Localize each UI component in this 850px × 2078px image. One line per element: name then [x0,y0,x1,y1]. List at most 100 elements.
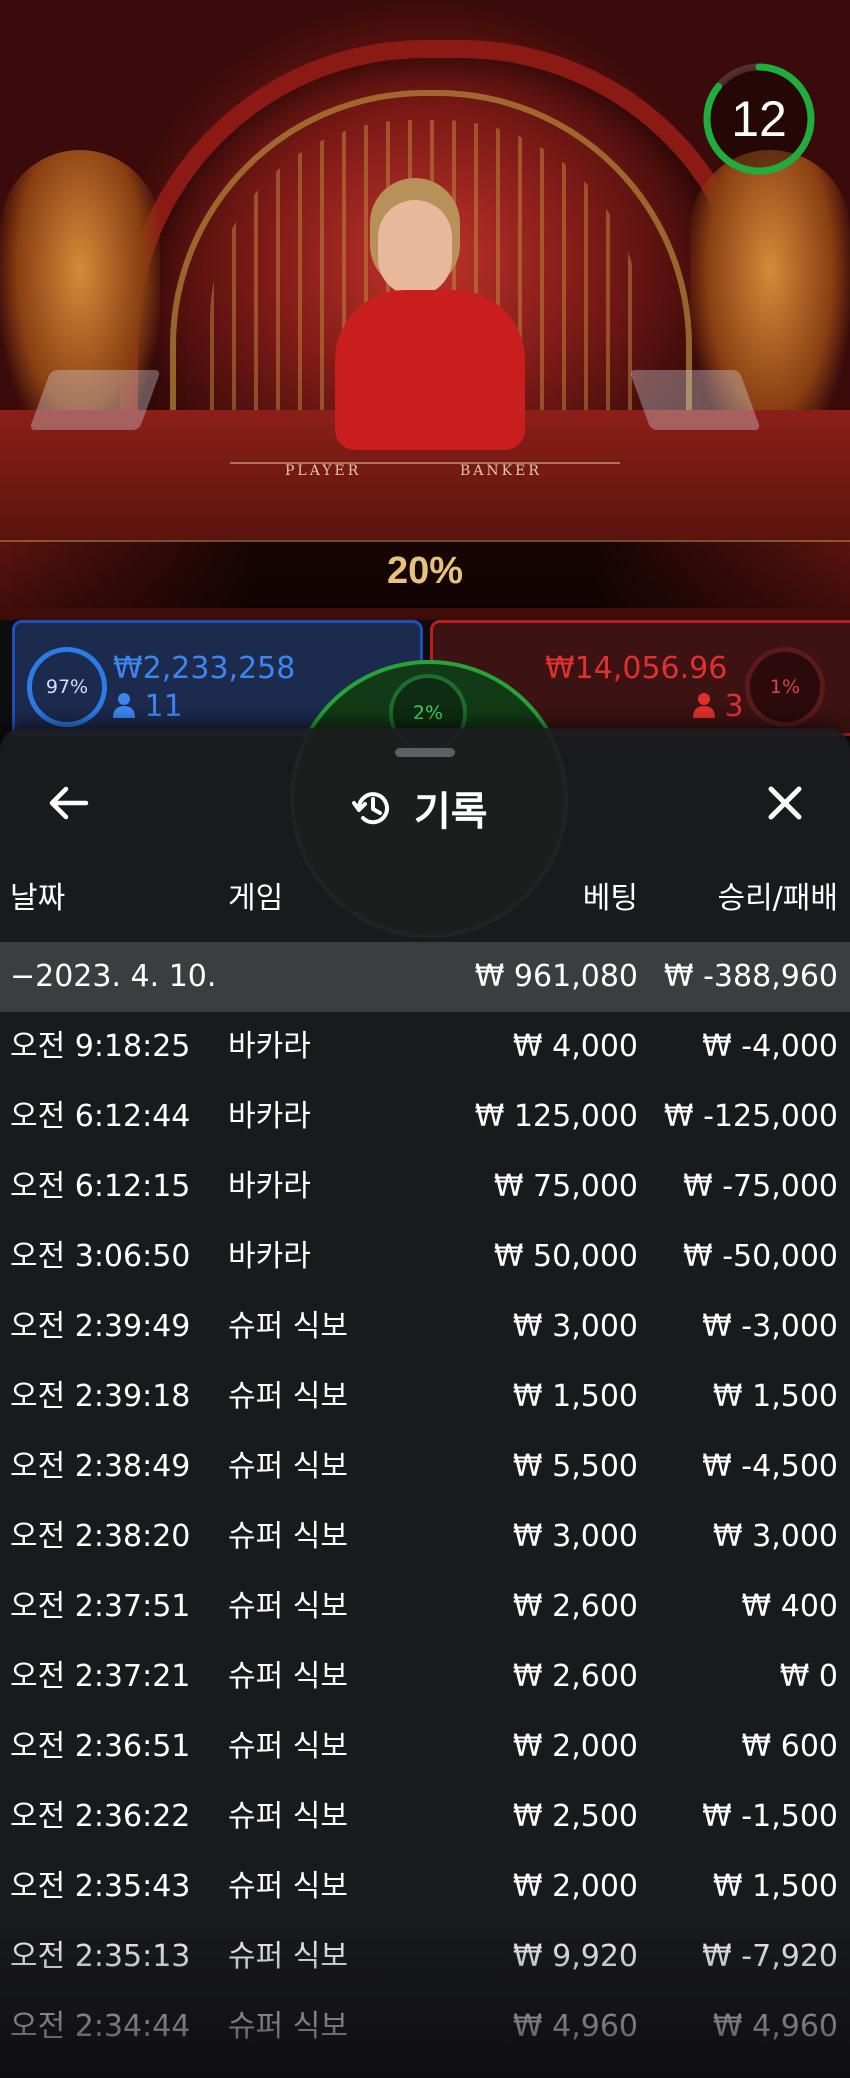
close-icon [768,786,802,820]
row-win-loss: ₩ 400 [741,1589,838,1624]
row-time: 오전 2:36:51 [10,1729,191,1764]
group-date: −2023. 4. 10. [10,959,217,994]
row-bet: ₩ 2,000 [512,1869,638,1904]
banker-percent: 1% [745,647,825,727]
row-game: 슈퍼 식보 [228,1449,348,1484]
row-win-loss: ₩ 1,500 [712,1379,838,1414]
row-game: 슈퍼 식보 [228,1519,348,1554]
row-time: 오전 6:12:15 [10,1169,191,1204]
banker-total-amount: ₩14,056.96 [545,651,728,686]
history-sheet: 기록 날짜 게임 베팅 승리/패배 −2023. 4. 10. ₩ 961,08… [0,728,850,2078]
row-time: 오전 2:34:44 [10,2009,191,2044]
banker-bettor-count: 3 [693,689,744,724]
history-row[interactable]: 오전 9:18:25 바카라 ₩ 4,000 ₩ -4,000 [0,1012,850,1082]
banker-bettor-count-value: 3 [724,689,744,724]
row-win-loss: ₩ 3,000 [712,1519,838,1554]
row-win-loss: ₩ 0 [779,1659,838,1694]
row-bet: ₩ 2,600 [512,1589,638,1624]
row-bet: ₩ 9,920 [512,1939,638,1974]
timer-seconds: 12 [731,91,787,147]
row-time: 오전 3:06:50 [10,1239,191,1274]
date-group-row[interactable]: −2023. 4. 10. ₩ 961,080 ₩ -388,960 [0,942,850,1012]
countdown-timer: 12 [700,60,818,178]
row-time: 오전 2:36:22 [10,1799,191,1834]
dealer-head [378,200,452,296]
row-game: 슈퍼 식보 [228,1589,348,1624]
card-shoe-right [629,370,761,430]
column-header-bet: 베팅 [582,881,638,916]
history-row[interactable]: 오전 2:34:44 슈퍼 식보 ₩ 4,960 ₩ 4,960 [0,1992,850,2062]
row-time: 오전 2:35:13 [10,1939,191,1974]
history-row[interactable]: 오전 6:12:15 바카라 ₩ 75,000 ₩ -75,000 [0,1152,850,1222]
row-time: 오전 2:38:20 [10,1519,191,1554]
arrow-left-icon [49,786,89,820]
row-win-loss: ₩ 4,960 [712,2009,838,2044]
close-button[interactable] [755,773,815,833]
row-win-loss: ₩ -50,000 [683,1239,838,1274]
history-row[interactable]: 오전 2:38:49 슈퍼 식보 ₩ 5,500 ₩ -4,500 [0,1432,850,1502]
row-bet: ₩ 2,000 [512,1729,638,1764]
table-label-banker: BANKER [460,463,542,479]
row-time: 오전 2:38:49 [10,1449,191,1484]
row-win-loss: ₩ -125,000 [663,1099,838,1134]
history-row[interactable]: 오전 2:35:43 슈퍼 식보 ₩ 2,000 ₩ 1,500 [0,1852,850,1922]
row-game: 바카라 [228,1029,311,1064]
payout-percent: 20% [386,550,464,592]
back-button[interactable] [40,773,100,833]
row-game: 슈퍼 식보 [228,2009,348,2044]
sheet-header: 기록 [350,778,488,838]
row-game: 슈퍼 식보 [228,1379,348,1414]
card-shoe-left [29,370,161,430]
row-time: 오전 2:39:49 [10,1309,191,1344]
history-row[interactable]: 오전 2:37:51 슈퍼 식보 ₩ 2,600 ₩ 400 [0,1572,850,1642]
history-row[interactable]: 오전 6:12:44 바카라 ₩ 125,000 ₩ -125,000 [0,1082,850,1152]
row-game: 슈퍼 식보 [228,1869,348,1904]
column-header-win-loss: 승리/패배 [717,881,838,916]
group-win-loss-total: ₩ -388,960 [663,959,838,994]
row-game: 슈퍼 식보 [228,1659,348,1694]
row-game: 바카라 [228,1239,311,1274]
row-time: 오전 2:37:51 [10,1589,191,1624]
row-win-loss: ₩ -4,500 [702,1449,838,1484]
history-row[interactable]: 오전 2:36:51 슈퍼 식보 ₩ 2,000 ₩ 600 [0,1712,850,1782]
row-bet: ₩ 2,500 [512,1799,638,1834]
row-win-loss: ₩ -75,000 [683,1169,838,1204]
history-table-header: 날짜 게임 베팅 승리/패배 [0,873,850,923]
history-rows: 오전 9:18:25 바카라 ₩ 4,000 ₩ -4,000 오전 6:12:44 바카… [0,1012,850,2062]
payout-banner: 20% [0,540,850,608]
player-bettor-count: 11 [113,689,183,724]
row-win-loss: ₩ -3,000 [702,1309,838,1344]
row-win-loss: ₩ 1,500 [712,1869,838,1904]
history-row[interactable]: 오전 2:39:18 슈퍼 식보 ₩ 1,500 ₩ 1,500 [0,1362,850,1432]
history-row[interactable]: 오전 2:39:49 슈퍼 식보 ₩ 3,000 ₩ -3,000 [0,1292,850,1362]
player-bettor-count-value: 11 [144,689,183,724]
row-bet: ₩ 125,000 [474,1099,638,1134]
row-bet: ₩ 1,500 [512,1379,638,1414]
history-icon [352,792,389,825]
row-win-loss: ₩ 600 [741,1729,838,1764]
row-game: 바카라 [228,1099,311,1134]
history-row[interactable]: 오전 2:37:21 슈퍼 식보 ₩ 2,600 ₩ 0 [0,1642,850,1712]
history-row[interactable]: 오전 2:36:22 슈퍼 식보 ₩ 2,500 ₩ -1,500 [0,1782,850,1852]
person-icon [113,693,135,718]
row-bet: ₩ 3,000 [512,1519,638,1554]
row-win-loss: ₩ -4,000 [702,1029,838,1064]
history-table-body: −2023. 4. 10. ₩ 961,080 ₩ -388,960 오전 9:… [0,942,850,2062]
history-row[interactable]: 오전 2:38:20 슈퍼 식보 ₩ 3,000 ₩ 3,000 [0,1502,850,1572]
dealer-body [335,290,525,450]
row-win-loss: ₩ -1,500 [702,1799,838,1834]
history-row[interactable]: 오전 3:06:50 바카라 ₩ 50,000 ₩ -50,000 [0,1222,850,1292]
row-bet: ₩ 5,500 [512,1449,638,1484]
row-bet: ₩ 4,000 [512,1029,638,1064]
player-total-amount: ₩2,233,258 [113,651,296,686]
row-time: 오전 2:39:18 [10,1379,191,1414]
row-game: 슈퍼 식보 [228,1939,348,1974]
table-label-player: PLAYER [285,463,362,479]
row-time: 오전 2:35:43 [10,1869,191,1904]
row-bet: ₩ 2,600 [512,1659,638,1694]
row-bet: ₩ 50,000 [493,1239,638,1274]
history-row[interactable]: 오전 2:35:13 슈퍼 식보 ₩ 9,920 ₩ -7,920 [0,1922,850,1992]
row-game: 바카라 [228,1169,311,1204]
row-game: 슈퍼 식보 [228,1799,348,1834]
sheet-drag-handle[interactable] [395,748,455,757]
